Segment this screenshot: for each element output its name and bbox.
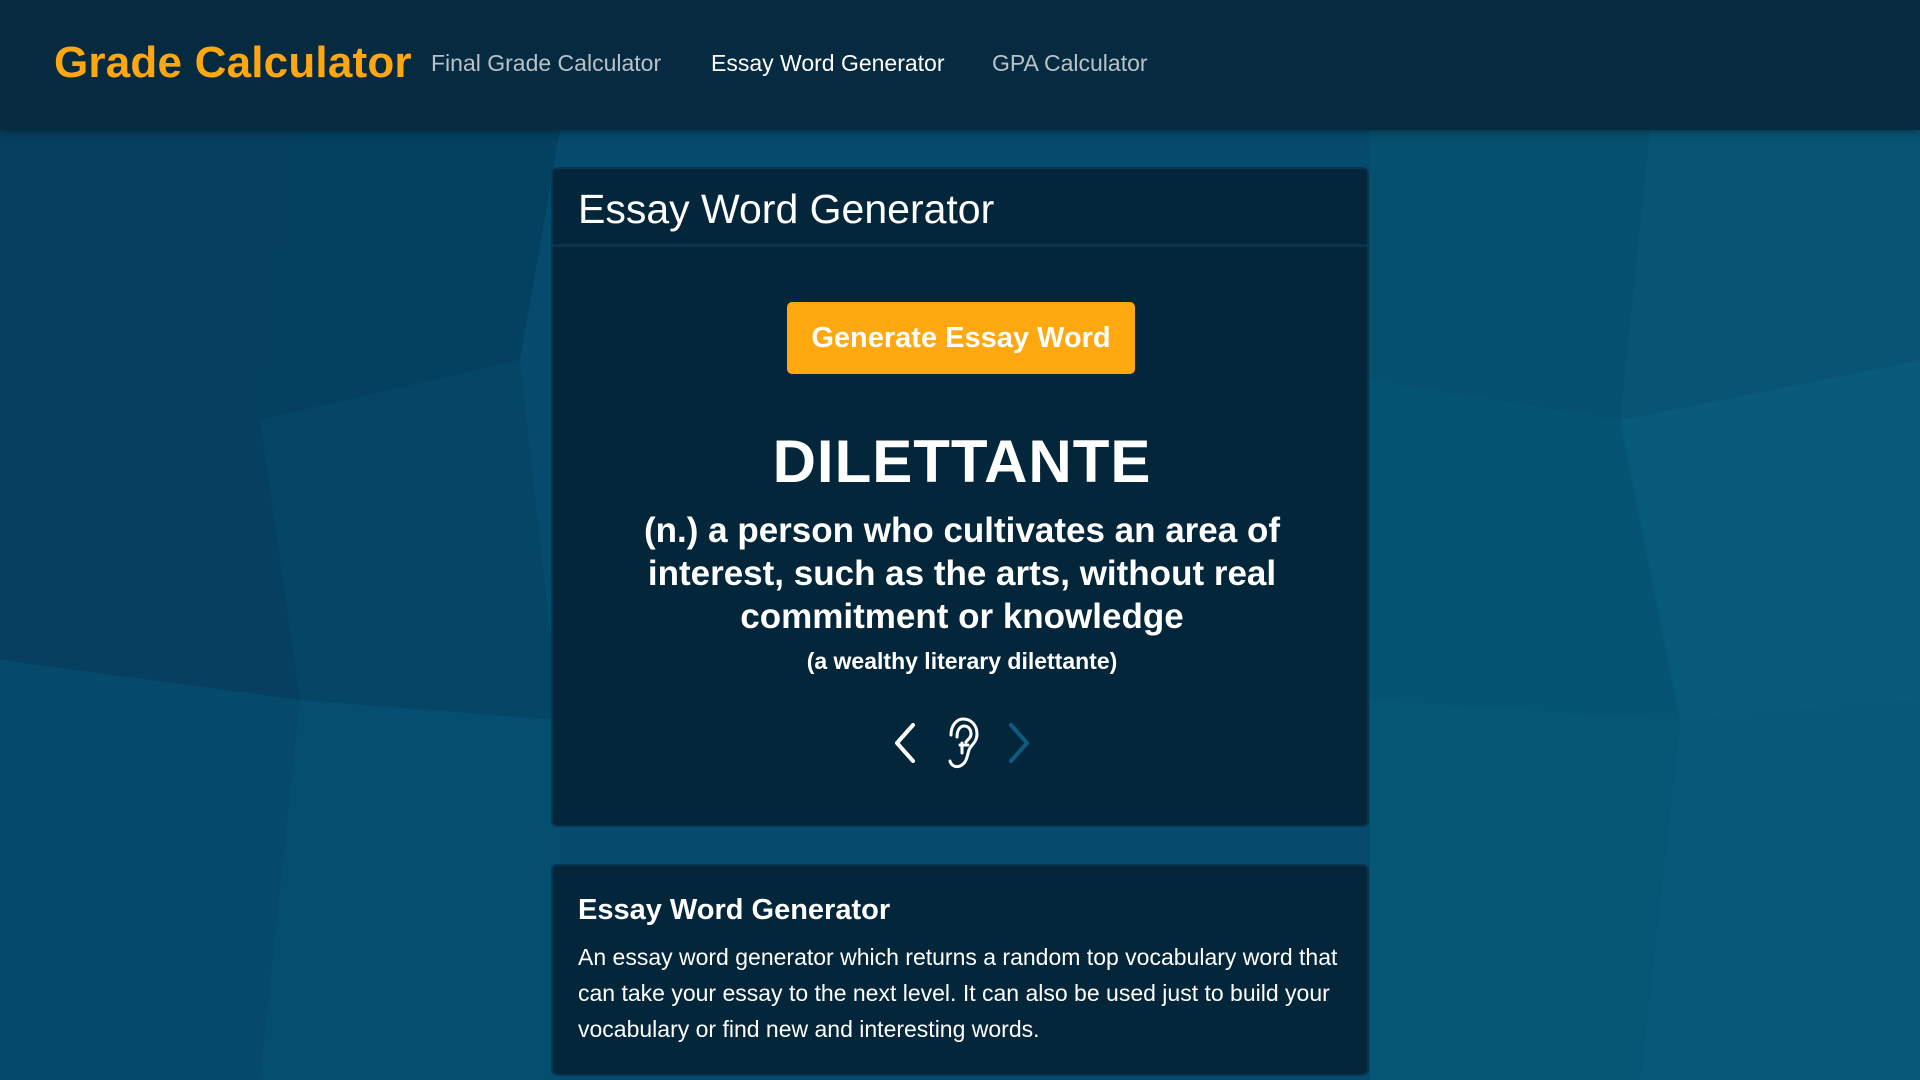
generator-title: Essay Word Generator <box>578 186 995 232</box>
generator-card: Essay Word Generator Generate Essay Word… <box>551 167 1369 827</box>
generated-word: DILETTANTE <box>772 428 1152 495</box>
word-example: (a wealthy literary dilettante) <box>806 648 1118 674</box>
nav-link-gpa-calculator[interactable]: GPA Calculator <box>992 50 1148 77</box>
nav-link-essay-word-generator[interactable]: Essay Word Generator <box>711 50 945 77</box>
brand-logo-link[interactable]: Grade Calculator <box>54 38 412 88</box>
chevron-right-icon[interactable] <box>1003 715 1035 776</box>
chevron-left-icon[interactable] <box>889 715 921 776</box>
nav-link-final-grade-calculator[interactable]: Final Grade Calculator <box>431 50 661 77</box>
generator-card-header: Essay Word Generator <box>553 169 1367 247</box>
ear-icon[interactable] <box>941 715 983 776</box>
word-controls <box>553 715 1371 771</box>
info-title: Essay Word Generator <box>578 894 891 926</box>
generate-essay-word-button[interactable]: Generate Essay Word <box>787 302 1135 374</box>
info-card: Essay Word Generator An essay word gener… <box>551 864 1369 1076</box>
word-definition: (n.) a person who cultivates an area of … <box>644 511 1280 636</box>
info-text: An essay word generator which returns a … <box>578 944 1338 1042</box>
top-navbar: Grade Calculator Final Grade Calculator … <box>0 0 1920 130</box>
